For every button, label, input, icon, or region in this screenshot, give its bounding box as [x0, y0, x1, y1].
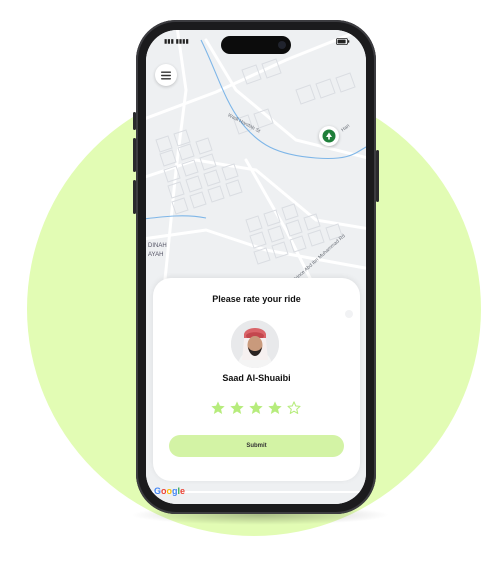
phone-frame: ▮▮▮ ▮▮▮▮ Wadi Hanifah St Han Prince Abd … [133, 20, 379, 514]
camera-icon [278, 41, 286, 49]
google-logo: Google [154, 486, 186, 496]
map-district-label: AYAH [148, 252, 164, 258]
status-bar-carrier: ▮▮▮ ▮▮▮▮ [164, 39, 189, 45]
star-icon[interactable] [248, 400, 264, 416]
star-empty-icon[interactable] [286, 400, 302, 416]
battery-icon [336, 38, 350, 47]
rating-sheet: Please rate your ride Saad Al-Shuaibi Su… [153, 278, 360, 481]
driver-avatar [231, 320, 279, 368]
star-rating[interactable] [210, 400, 302, 418]
location-pin-icon [322, 129, 336, 143]
submit-button[interactable]: Submit [169, 435, 344, 457]
driver-name: Saad Al-Shuaibi [222, 373, 291, 383]
map-district-label: DINAH [148, 243, 167, 249]
close-button[interactable] [345, 310, 353, 318]
star-icon[interactable] [267, 400, 283, 416]
phone-side-button [133, 112, 136, 130]
location-pin[interactable] [319, 126, 339, 146]
phone-side-button [133, 180, 136, 214]
menu-button[interactable] [155, 64, 177, 86]
phone-side-button [376, 150, 379, 202]
phone-side-button [133, 138, 136, 172]
rating-sheet-title: Please rate your ride [212, 294, 301, 304]
phone-screen: ▮▮▮ ▮▮▮▮ Wadi Hanifah St Han Prince Abd … [146, 30, 366, 504]
star-icon[interactable] [229, 400, 245, 416]
hamburger-icon [161, 71, 171, 79]
star-icon[interactable] [210, 400, 226, 416]
